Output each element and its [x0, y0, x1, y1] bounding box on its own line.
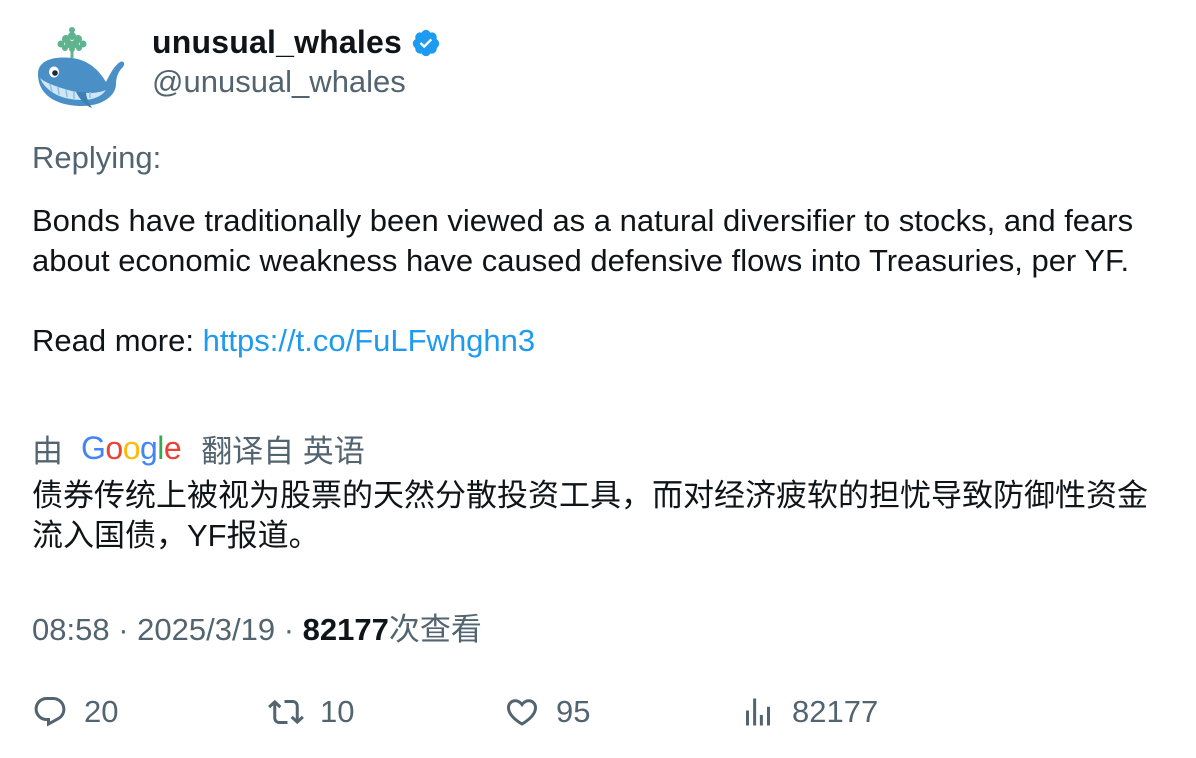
meta-separator: · [118, 612, 129, 647]
replying-label: Replying: [32, 140, 162, 175]
display-name-row: unusual_whales [152, 22, 441, 62]
tweet-body-text: Bonds have traditionally been viewed as … [32, 203, 1134, 278]
action-bar: 20 10 95 82177 [32, 690, 1172, 734]
views-action-count: 82177 [792, 694, 879, 729]
avatar[interactable] [32, 22, 128, 114]
tweet-header: unusual_whales @unusual_whales [32, 22, 441, 114]
translation-suffix: 翻译自 英语 [201, 433, 365, 469]
retweet-count: 10 [320, 694, 355, 729]
heart-icon [506, 699, 538, 726]
translation-attribution[interactable]: 由 Google 翻译自 英语 [32, 426, 365, 470]
analytics-icon [746, 698, 770, 726]
tweet-time[interactable]: 08:58 [32, 612, 110, 647]
meta-separator: · [283, 612, 295, 647]
like-button[interactable]: 95 [504, 690, 590, 734]
handle[interactable]: @unusual_whales [152, 64, 441, 100]
google-logo: Google [81, 429, 182, 466]
read-more-label: Read more: [32, 323, 203, 358]
like-count: 95 [556, 694, 591, 729]
tweet-body: Bonds have traditionally been viewed as … [32, 201, 1172, 361]
reply-icon [34, 697, 66, 727]
whale-icon [38, 27, 125, 108]
reply-count: 20 [84, 694, 119, 729]
tweet-link[interactable]: https://t.co/FuLFwhghn3 [203, 323, 536, 358]
reply-button[interactable]: 20 [32, 690, 118, 734]
translation-prefix: 由 [32, 433, 63, 469]
retweet-icon [268, 699, 304, 725]
display-name[interactable]: unusual_whales [152, 24, 402, 61]
tweet-date[interactable]: 2025/3/19 [137, 612, 275, 647]
retweet-button[interactable]: 10 [268, 690, 354, 734]
views-button[interactable]: 82177 [740, 690, 878, 734]
author-names: unusual_whales @unusual_whales [152, 22, 441, 100]
views-label: 次查看 [388, 612, 482, 647]
translated-text: 债券传统上被视为股票的天然分散投资工具，而对经济疲软的担忧导致防御性资金流入国债… [32, 478, 1148, 553]
read-more-line: Read more: https://t.co/FuLFwhghn3 [32, 321, 1172, 361]
tweet-meta: 08:58 · 2025/3/19 · 82177次查看 [32, 604, 482, 649]
views-count[interactable]: 82177 [303, 612, 389, 647]
verified-badge-icon[interactable] [411, 28, 441, 58]
